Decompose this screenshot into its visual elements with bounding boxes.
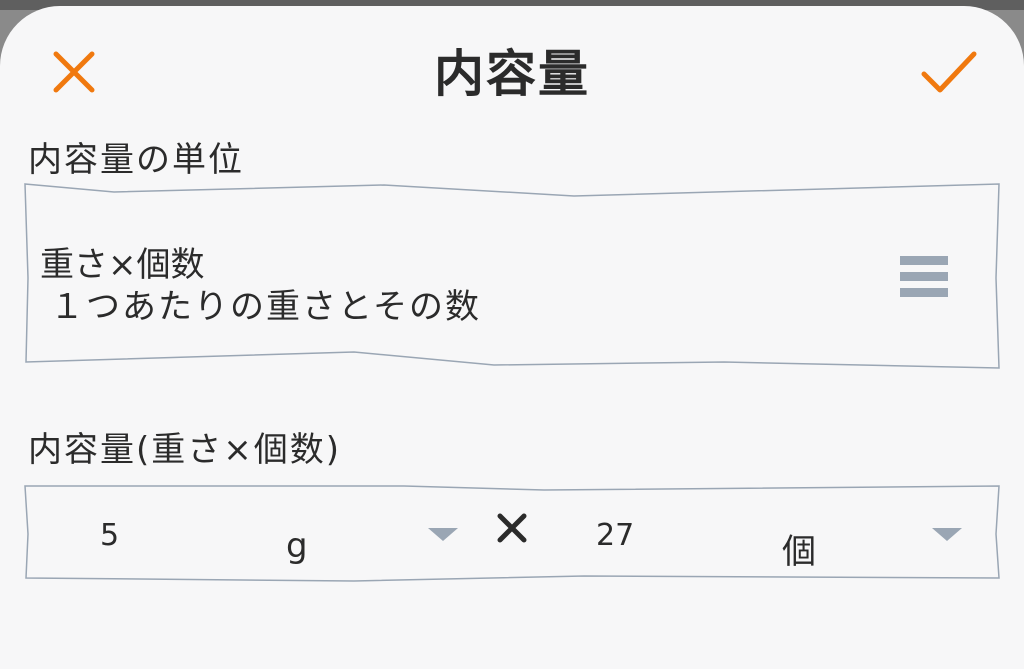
count-unit-dropdown[interactable]: 個 — [782, 524, 816, 573]
multiply-icon — [497, 513, 527, 543]
page-title: 内容量 — [434, 45, 590, 103]
amount-input-row: 5 g 27 個 — [24, 484, 1000, 582]
amount-section-label: 内容量(重さ×個数) — [28, 430, 342, 470]
unit-select[interactable]: 重さ×個数 １つあたりの重さとその数 — [24, 182, 1000, 374]
unit-selected-description: １つあたりの重さとその数 — [50, 287, 481, 327]
close-icon — [53, 51, 95, 93]
confirm-button[interactable] — [918, 44, 980, 100]
unit-section-label: 内容量の単位 — [28, 140, 244, 180]
weight-value-input[interactable]: 5 — [100, 518, 119, 553]
bottom-sheet: 内容量 内容量の単位 重さ×個数 １つあたりの重さとその数 内容量(重さ×個数)… — [0, 6, 1024, 669]
close-button[interactable] — [46, 44, 102, 100]
check-icon — [921, 51, 977, 93]
chevron-down-icon[interactable] — [932, 528, 962, 541]
weight-unit-dropdown[interactable]: g — [286, 526, 308, 566]
count-value-input[interactable]: 27 — [596, 518, 634, 553]
unit-selected-main: 重さ×個数 — [40, 245, 205, 285]
menu-icon[interactable] — [900, 256, 948, 304]
chevron-down-icon[interactable] — [428, 528, 458, 541]
